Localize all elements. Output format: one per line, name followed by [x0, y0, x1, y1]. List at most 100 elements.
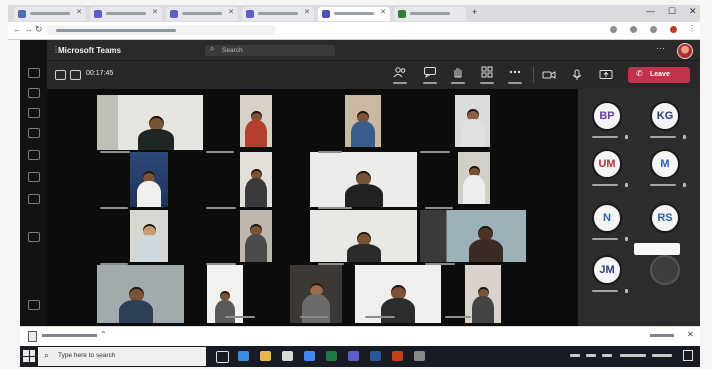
tab-title	[106, 12, 146, 15]
windows-start-icon[interactable]	[23, 350, 35, 362]
participant-name-label	[300, 316, 328, 318]
activity-icon[interactable]	[28, 68, 40, 78]
chat-rail-icon[interactable]	[28, 88, 40, 98]
help-icon[interactable]	[28, 300, 40, 310]
notifications-icon[interactable]	[683, 350, 693, 361]
close-icon[interactable]: ✕	[228, 8, 234, 16]
participant-avatar[interactable]: N	[592, 203, 622, 233]
avatar[interactable]	[677, 43, 693, 59]
browser-menu-icon[interactable]: ⋮	[688, 24, 696, 33]
participant-avatar[interactable]: RS	[650, 203, 680, 233]
participant-name-label	[206, 151, 234, 153]
video-tile	[97, 95, 203, 150]
close-icon[interactable]: ✕	[380, 8, 386, 16]
participant-avatar[interactable]: BP	[592, 101, 622, 131]
app-rail	[20, 40, 47, 326]
apps-icon[interactable]	[28, 232, 40, 242]
view-icon[interactable]	[480, 66, 494, 78]
participant-name-label	[206, 207, 236, 209]
close-icon[interactable]: ✕	[76, 8, 82, 16]
download-filename[interactable]	[42, 334, 97, 337]
assignments-icon[interactable]	[28, 128, 40, 138]
phone-icon: ✆	[636, 69, 643, 78]
network-icon[interactable]	[586, 354, 596, 357]
extension-icon[interactable]	[630, 26, 637, 33]
tray-icon[interactable]	[570, 354, 580, 357]
date[interactable]	[652, 354, 672, 357]
participant-video	[460, 109, 485, 147]
clock[interactable]	[620, 354, 646, 357]
video-tile	[345, 95, 381, 147]
close-icon[interactable]: ✕	[687, 330, 694, 339]
participant-avatar[interactable]: M	[650, 149, 680, 179]
video-tile	[420, 210, 526, 262]
new-tab-icon[interactable]: +	[472, 7, 477, 17]
back-icon[interactable]: ←	[13, 24, 22, 34]
minimize-icon[interactable]: —	[646, 6, 655, 16]
chrome-icon[interactable]	[304, 351, 315, 361]
file-explorer-icon[interactable]	[260, 351, 271, 361]
participant-avatar[interactable]: JM	[592, 255, 622, 285]
forward-icon[interactable]: →	[24, 24, 33, 34]
chat-label	[423, 82, 437, 84]
word-icon[interactable]	[370, 351, 381, 361]
close-icon[interactable]: ✕	[152, 8, 158, 16]
download-bar	[20, 326, 700, 347]
chevron-up-icon[interactable]: ⌃	[100, 330, 107, 339]
camera-icon[interactable]	[542, 69, 556, 81]
extension-icon[interactable]	[650, 26, 657, 33]
store-icon[interactable]	[282, 351, 293, 361]
video-tile	[97, 265, 184, 323]
video-tile	[130, 210, 168, 262]
taskbar-search-placeholder: Type here to search	[58, 352, 116, 359]
browser-tab[interactable]: ✕	[90, 7, 162, 21]
file-icon[interactable]	[28, 331, 37, 342]
profile-icon[interactable]	[670, 26, 677, 33]
teams-rail-icon[interactable]	[28, 108, 40, 118]
participant-video	[215, 291, 235, 323]
leave-label: Leave	[650, 71, 670, 78]
meeting-info-icon[interactable]	[70, 70, 81, 80]
powerpoint-icon[interactable]	[392, 351, 403, 361]
reload-icon[interactable]: ↻	[35, 24, 43, 35]
browser-tab[interactable]	[394, 7, 466, 21]
files-icon[interactable]	[28, 194, 40, 204]
participant-name-label	[206, 263, 236, 265]
maximize-icon[interactable]: ☐	[668, 6, 676, 17]
more-icon[interactable]	[508, 66, 522, 78]
browser-tab-active[interactable]: ✕	[318, 7, 390, 21]
mic-icon[interactable]	[570, 69, 584, 81]
participant-avatar[interactable]	[650, 255, 680, 285]
video-tile	[240, 95, 272, 147]
participant-video	[245, 224, 267, 262]
show-all-link[interactable]	[650, 334, 674, 337]
calendar-icon[interactable]	[28, 150, 40, 160]
mic-off-icon	[683, 183, 686, 187]
close-icon[interactable]: ✕	[689, 6, 697, 17]
excel-icon[interactable]	[326, 351, 337, 361]
teams-taskbar-icon[interactable]	[348, 351, 359, 361]
tab-title	[410, 12, 450, 15]
share-screen-icon[interactable]	[599, 69, 613, 81]
browser-tab[interactable]: ✕	[242, 7, 314, 21]
mic-off-icon	[625, 289, 628, 293]
bookmark-icon[interactable]	[610, 26, 617, 33]
mic-off-icon	[625, 237, 628, 241]
calls-icon[interactable]	[28, 172, 40, 182]
browser-tab[interactable]: ✕	[14, 7, 86, 21]
participant-avatar[interactable]: KG	[650, 101, 680, 131]
browser-tab[interactable]: ✕	[166, 7, 238, 21]
raise-hand-icon[interactable]	[451, 66, 465, 78]
participant-avatar[interactable]: UM	[592, 149, 622, 179]
close-icon[interactable]: ✕	[304, 8, 310, 16]
chat-icon[interactable]	[423, 66, 437, 78]
volume-icon[interactable]	[602, 354, 612, 357]
video-tile	[465, 265, 501, 323]
raise-hand-label	[451, 82, 465, 84]
people-icon[interactable]	[393, 66, 407, 78]
edge-icon[interactable]	[238, 351, 249, 361]
task-view-icon[interactable]	[216, 351, 229, 363]
more-options-icon[interactable]: ···	[656, 43, 665, 53]
participant-video	[351, 111, 375, 147]
app-icon[interactable]	[414, 351, 425, 361]
